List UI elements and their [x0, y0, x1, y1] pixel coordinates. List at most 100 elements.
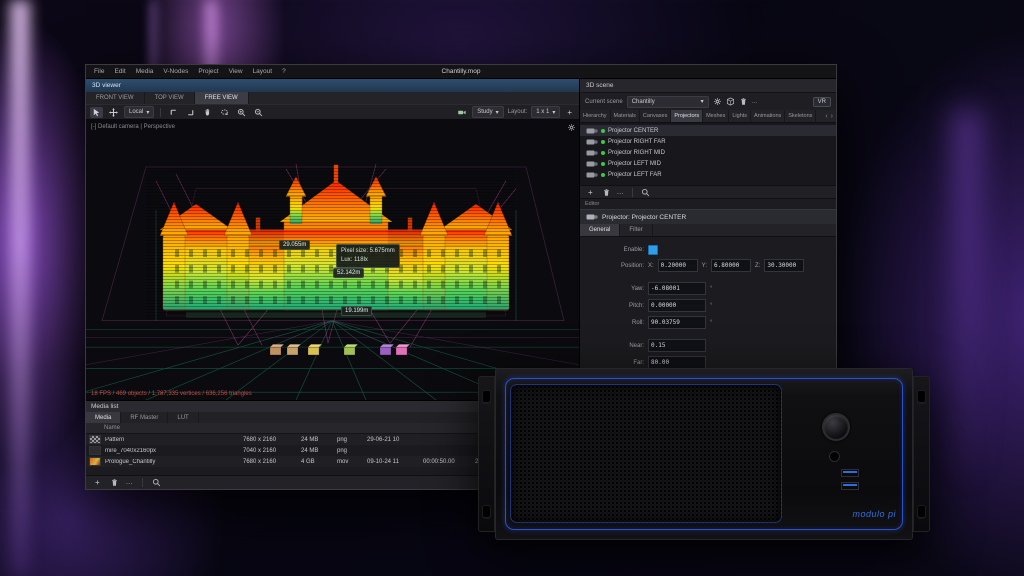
scene-select-dropdown[interactable]: Chantilly ▾ [627, 96, 709, 108]
media-duration: 00:00:50.00 [423, 459, 475, 465]
tab-skeletons[interactable]: Skeletons [785, 110, 816, 122]
chevron-down-icon: ▾ [496, 109, 499, 116]
lasso-tool-button[interactable] [218, 107, 231, 118]
scene-preview-button[interactable] [726, 97, 735, 106]
tab-materials[interactable]: Materials [611, 110, 640, 122]
projector-list-item[interactable]: Projector CENTER [580, 125, 836, 136]
far-label: Far: [586, 360, 644, 366]
projector-more-button[interactable]: … [617, 189, 624, 196]
status-dot [601, 162, 605, 166]
lasso-icon [220, 108, 229, 117]
delete-projector-button[interactable] [602, 188, 611, 197]
study-dropdown[interactable]: Study ▾ [472, 106, 503, 118]
menu-file[interactable]: File [94, 68, 104, 75]
cursor-icon [92, 108, 101, 117]
tab-filter[interactable]: Filter [620, 224, 652, 236]
roll-input[interactable] [648, 316, 706, 329]
tab-front-view[interactable]: FRONT VIEW [86, 92, 145, 104]
audio-jack [829, 451, 840, 462]
hand-icon [203, 108, 212, 117]
lux-line: Lux: 118lx [341, 256, 395, 265]
media-more-button[interactable]: … [126, 479, 133, 486]
tab-lut[interactable]: LUT [168, 412, 198, 423]
media-resolution: 7680 x 2160 [243, 459, 301, 465]
vr-toggle-button[interactable]: VR [813, 97, 831, 107]
tab-scroll-right-button[interactable]: › [831, 113, 833, 120]
tab-canvases[interactable]: Canvases [640, 110, 671, 122]
tab-media[interactable]: Media [86, 412, 121, 423]
tab-projectors[interactable]: Projectors [671, 110, 703, 122]
viewport-settings-button[interactable] [567, 123, 576, 132]
server-front-panel: modulo pi [495, 368, 913, 540]
menu-help[interactable]: ? [282, 68, 286, 75]
tab-lights[interactable]: Lights [729, 110, 751, 122]
add-view-button[interactable]: + [564, 108, 575, 117]
corner-pin-br-button[interactable] [184, 107, 197, 118]
viewport-3d[interactable]: [-] Default camera | Perspective 29.055m… [86, 120, 579, 400]
position-x-input[interactable] [658, 259, 698, 272]
projector-list-item[interactable]: Projector LEFT FAR [580, 169, 836, 180]
camera-view-button[interactable] [455, 107, 468, 118]
position-label: Position: [586, 263, 644, 269]
projector-name: Projector RIGHT FAR [608, 139, 666, 145]
degree-unit: ° [710, 320, 712, 326]
near-input[interactable] [648, 339, 706, 352]
scene-more-button[interactable]: … [752, 99, 758, 105]
corner-pin-tl-button[interactable] [167, 107, 180, 118]
roll-label: Roll: [586, 320, 644, 326]
y-label: Y: [702, 263, 707, 269]
tab-animations[interactable]: Animations [751, 110, 785, 122]
projector-list-item[interactable]: Projector LEFT MID [580, 158, 836, 169]
add-projector-button[interactable]: + [585, 188, 596, 197]
tab-scroll-left-button[interactable]: ‹ [825, 113, 827, 120]
move-tool-button[interactable] [107, 107, 120, 118]
media-resolution: 7040 x 2160 [243, 448, 301, 454]
search-media-button[interactable] [152, 478, 161, 487]
media-type: png [337, 448, 367, 454]
menu-edit[interactable]: Edit [114, 68, 125, 75]
tab-top-view[interactable]: TOP VIEW [145, 92, 195, 104]
delete-media-button[interactable] [110, 478, 119, 487]
yaw-input[interactable] [648, 282, 706, 295]
pitch-label: Pitch: [586, 303, 644, 309]
add-media-button[interactable]: + [92, 478, 103, 487]
camera-label: [-] Default camera | Perspective [91, 124, 175, 130]
tab-rf-master[interactable]: RF Master [121, 412, 168, 423]
pitch-input[interactable] [648, 299, 706, 312]
menu-project[interactable]: Project [198, 68, 218, 75]
delete-scene-button[interactable] [739, 97, 748, 106]
position-y-input[interactable] [711, 259, 751, 272]
pan-tool-button[interactable] [201, 107, 214, 118]
layout-dropdown[interactable]: 1 x 1 ▾ [531, 106, 560, 118]
projector-icon [586, 127, 598, 135]
projector-list-item[interactable]: Projector RIGHT FAR [580, 136, 836, 147]
menu-media[interactable]: Media [136, 68, 154, 75]
current-scene-row: Current scene Chantilly ▾ … VR [580, 93, 836, 110]
menu-layout[interactable]: Layout [253, 68, 273, 75]
scene-settings-button[interactable] [713, 97, 722, 106]
menu-view[interactable]: View [229, 68, 243, 75]
projector-list-item[interactable]: Projector RIGHT MID [580, 147, 836, 158]
enable-checkbox[interactable] [648, 245, 658, 255]
toolbar-divider [632, 188, 633, 197]
tab-meshes[interactable]: Meshes [703, 110, 729, 122]
zoom-out-button[interactable] [252, 107, 265, 118]
media-list-title: Media list [91, 403, 118, 410]
study-value: Study [477, 109, 492, 115]
usb-tongue [843, 471, 857, 473]
transform-space-dropdown[interactable]: Local ▾ [124, 106, 154, 118]
viewer-toolbar: Local ▾ [86, 104, 579, 120]
select-tool-button[interactable] [90, 107, 103, 118]
viewer-tabs: FRONT VIEW TOP VIEW FREE VIEW [86, 92, 579, 104]
tab-free-view[interactable]: FREE VIEW [195, 92, 249, 104]
zoom-in-button[interactable] [235, 107, 248, 118]
media-thumbnail [89, 435, 101, 444]
degree-unit: ° [710, 286, 712, 292]
rack-ear-left [478, 376, 495, 532]
menu-v-nodes[interactable]: V-Nodes [163, 68, 188, 75]
position-z-input[interactable] [764, 259, 804, 272]
tab-hierarchy[interactable]: Hierarchy [580, 110, 611, 122]
menu-bar: File Edit Media V-Nodes Project View Lay… [86, 65, 836, 79]
tab-general[interactable]: General [580, 224, 620, 236]
search-projector-button[interactable] [641, 188, 650, 197]
